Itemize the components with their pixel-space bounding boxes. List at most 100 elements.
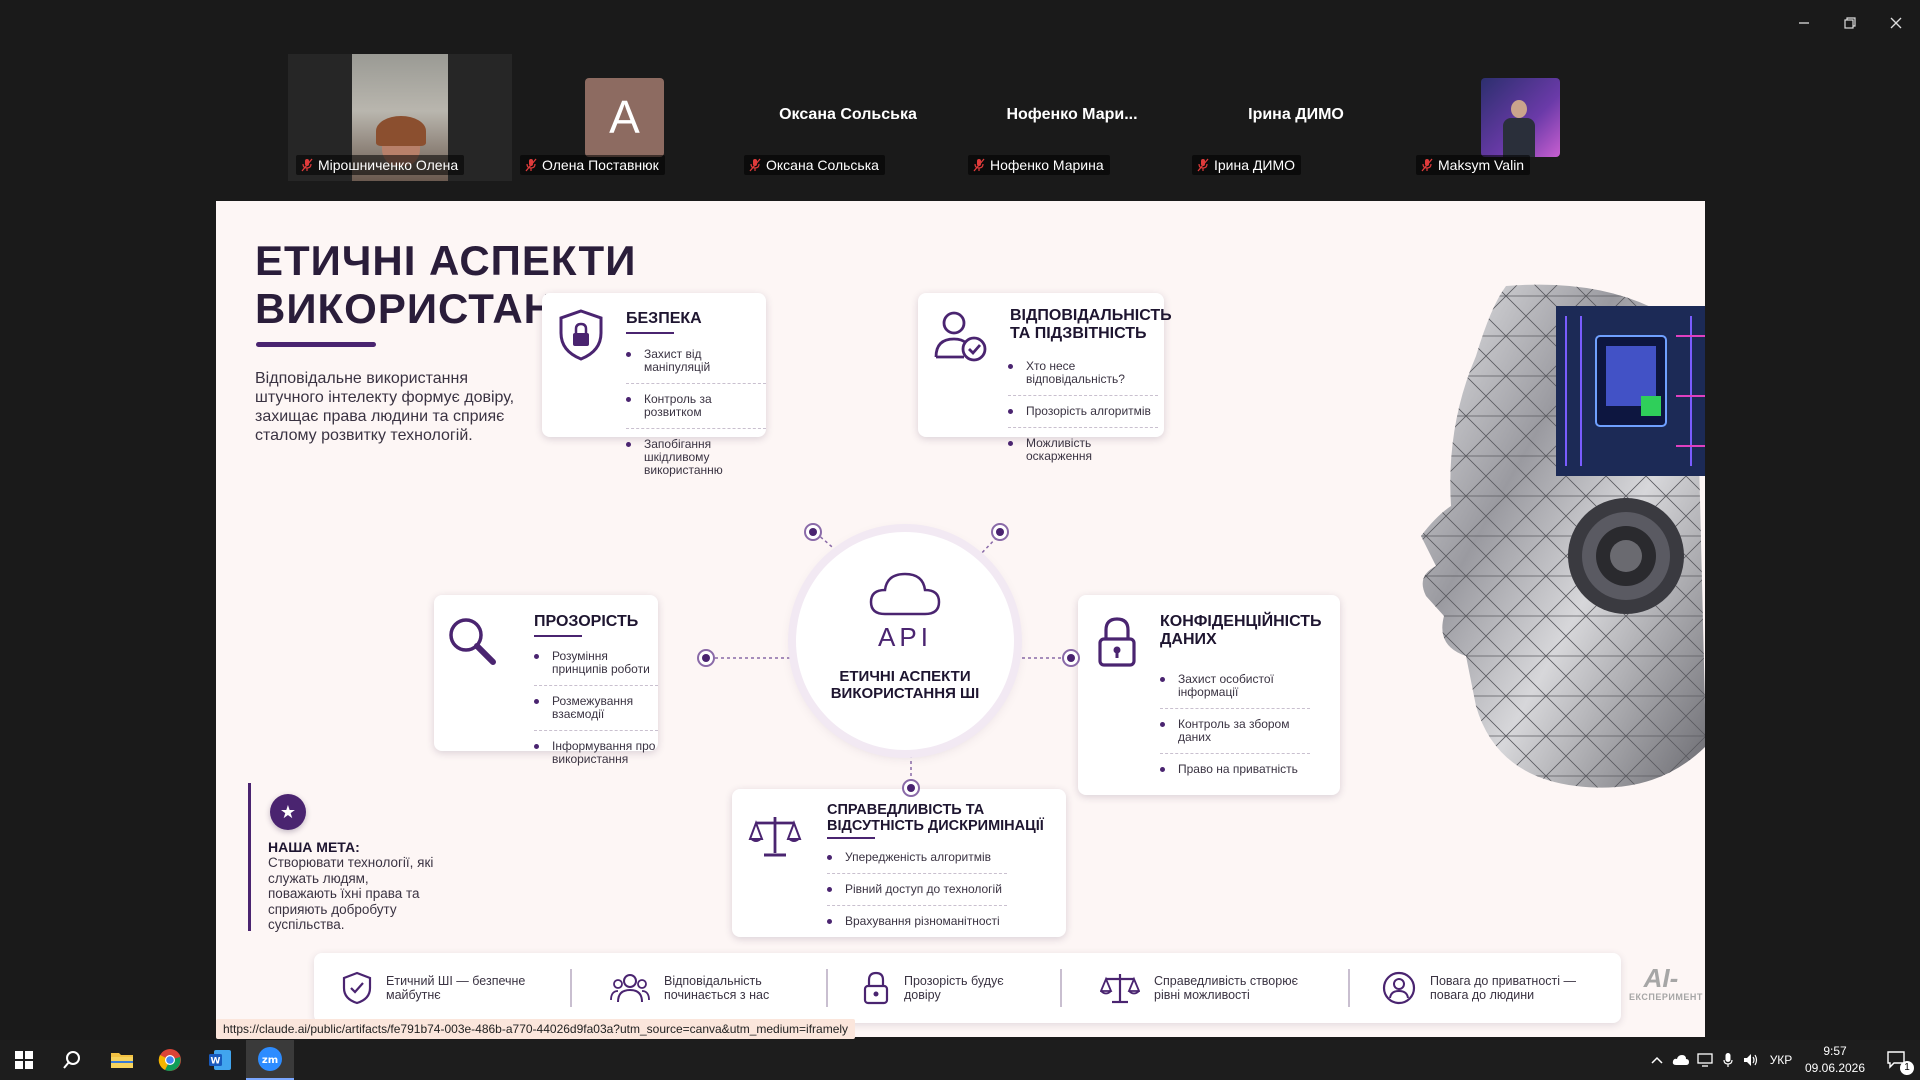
- card-list: Розуміння принципів роботи Розмежування …: [534, 650, 658, 783]
- word-icon: W: [209, 1050, 231, 1070]
- participant-video: [1481, 78, 1560, 157]
- lock-icon: [863, 971, 889, 1005]
- card-title: СПРАВЕДЛИВІСТЬ ТА ВІДСУТНІСТЬ ДИСКРИМІНА…: [827, 802, 1044, 834]
- card-list: Захист особистої інформації Контроль за …: [1160, 673, 1310, 793]
- card-responsibility: ВІДПОВІДАЛЬНІСТЬ ТА ПІДЗВІТНІСТЬ Хто нес…: [918, 293, 1172, 463]
- language-indicator[interactable]: УКР: [1766, 1040, 1796, 1080]
- zoom-meeting-window: Мірошниченко Олена A Олена Поставнюк Окс…: [0, 0, 1920, 1080]
- notifications-button[interactable]: 1: [1874, 1040, 1920, 1080]
- participant-name-label: Нофенко Марина: [968, 155, 1110, 175]
- connector-dot: [804, 523, 822, 541]
- zoom-button[interactable]: zm: [246, 1040, 294, 1080]
- minimize-icon: [1799, 22, 1809, 24]
- participant-display-name: Нофенко Мари...: [1006, 106, 1138, 123]
- footer-item-text: Етичний ШІ — безпечне майбутнє: [386, 974, 526, 1002]
- svg-text:W: W: [211, 1057, 221, 1067]
- participant-display-name: Ірина ДИМО: [1248, 106, 1344, 123]
- footer-values-bar: Етичний ШІ — безпечне майбутнє Відповіда…: [314, 953, 1621, 1023]
- scales-icon: [748, 817, 802, 857]
- card-list: Упередженість алгоритмів Рівний доступ д…: [827, 851, 1007, 945]
- footer-item-text: Відповідальність починається з нас: [664, 974, 770, 1002]
- card-title: БЕЗПЕКА: [626, 310, 702, 327]
- magnifier-icon: [449, 618, 496, 665]
- card-title-underline: [827, 837, 875, 839]
- list-item: Прозорість алгоритмів: [1008, 405, 1158, 428]
- list-item: Можливість оскарження: [1008, 437, 1158, 463]
- participant-tile[interactable]: Maksym Valin: [1408, 54, 1632, 181]
- participant-name-label: Мірошниченко Олена: [296, 155, 465, 175]
- center-title: ЕТИЧНІ АСПЕКТИ ВИКОРИСТАННЯ ШІ: [830, 668, 980, 702]
- microphone-button[interactable]: [1718, 1040, 1738, 1080]
- restore-icon: [1844, 17, 1856, 29]
- footer-divider: [826, 969, 828, 1007]
- start-button[interactable]: [0, 1040, 48, 1080]
- list-item: Рівний доступ до технологій: [827, 883, 1007, 906]
- list-item: Контроль за розвитком: [626, 393, 766, 429]
- search-icon: [63, 1051, 80, 1069]
- volume-button[interactable]: [1740, 1040, 1762, 1080]
- list-item: Захист від маніпуляцій: [626, 348, 766, 384]
- footer-item: Відповідальність починається з нас: [610, 963, 810, 1013]
- footer-divider: [570, 969, 572, 1007]
- list-item: Інформування про використання: [534, 740, 658, 766]
- chevron-up-icon: [1651, 1056, 1663, 1064]
- people-icon: [610, 974, 650, 1003]
- participant-tile[interactable]: Ірина ДИМО Ірина ДИМО: [1184, 54, 1408, 181]
- close-icon: [1890, 17, 1902, 29]
- show-hidden-icons-button[interactable]: [1648, 1040, 1666, 1080]
- footer-divider: [1060, 969, 1062, 1007]
- goal-text: Створювати технології, які служать людям…: [268, 855, 434, 932]
- card-security: БЕЗПЕКА Захист від маніпуляцій Контроль …: [542, 293, 766, 477]
- participant-name: Maksym Valin: [1438, 157, 1525, 173]
- connector-dot: [902, 779, 920, 797]
- minimize-button[interactable]: [1784, 8, 1824, 36]
- card-fairness: СПРАВЕДЛИВІСТЬ ТА ВІДСУТНІСТЬ ДИСКРИМІНА…: [732, 789, 1066, 937]
- file-explorer-button[interactable]: [98, 1040, 146, 1080]
- cloud-icon: [1672, 1055, 1689, 1065]
- connector-dot: [991, 523, 1009, 541]
- chrome-button[interactable]: [146, 1040, 194, 1080]
- footer-item-text: Повага до приватності — повага до людини: [1430, 974, 1577, 1002]
- list-item: Захист особистої інформації: [1160, 673, 1310, 709]
- connector-dot: [697, 649, 715, 667]
- clock-date: 09.06.2026: [1804, 1061, 1866, 1075]
- clock-time: 9:57: [1823, 1044, 1847, 1058]
- participant-tile[interactable]: Нофенко Мари... Нофенко Марина: [960, 54, 1184, 181]
- mic-off-icon: [749, 158, 761, 172]
- participant-tile[interactable]: Мірошниченко Олена: [288, 54, 512, 181]
- participant-tile[interactable]: Оксана Сольська Оксана Сольська: [736, 54, 960, 181]
- mic-off-icon: [301, 158, 313, 172]
- onedrive-button[interactable]: [1670, 1040, 1692, 1080]
- footer-item: Справедливість створює рівні можливості: [1100, 963, 1320, 1013]
- folder-icon: [111, 1053, 133, 1068]
- svg-text:zm: zm: [262, 1055, 278, 1066]
- participant-name-label: Олена Поставнюк: [520, 155, 665, 175]
- link-status-url: https://claude.ai/public/artifacts/fe791…: [216, 1019, 856, 1039]
- participant-tile[interactable]: A Олена Поставнюк: [512, 54, 736, 181]
- close-button[interactable]: [1876, 8, 1916, 36]
- card-privacy: КОНФІДЕНЦІЙНІСТЬ ДАНИХ Захист особистої …: [1078, 595, 1340, 795]
- participant-name: Оксана Сольська: [766, 157, 879, 173]
- footer-item: Повага до приватності — повага до людини: [1382, 963, 1612, 1013]
- list-item: Розмежування взаємодії: [534, 695, 658, 731]
- word-button[interactable]: W: [196, 1040, 244, 1080]
- restore-button[interactable]: [1830, 8, 1870, 36]
- microphone-icon: [1723, 1053, 1733, 1067]
- cloud-icon: [869, 572, 941, 616]
- zoom-icon: zm: [258, 1047, 282, 1071]
- network-button[interactable]: [1694, 1040, 1716, 1080]
- list-item: Врахування різноманітності: [827, 915, 1007, 928]
- participant-name-label: Ірина ДИМО: [1192, 155, 1301, 175]
- star-icon: ★: [270, 794, 306, 830]
- brand-logo-mark: AI-: [1643, 963, 1679, 993]
- list-item: Запобігання шкідливому використанню: [626, 438, 766, 477]
- connector-dot: [1062, 649, 1080, 667]
- taskbar: W zm УКР 9:57 09.06.2026 1: [0, 1040, 1920, 1080]
- participant-name: Ірина ДИМО: [1214, 157, 1295, 173]
- card-title-underline: [534, 635, 582, 637]
- card-title: КОНФІДЕНЦІЙНІСТЬ ДАНИХ: [1160, 613, 1322, 648]
- list-item: Контроль за збором даних: [1160, 718, 1310, 754]
- clock[interactable]: 9:57 09.06.2026: [1796, 1043, 1874, 1077]
- search-button[interactable]: [48, 1040, 96, 1080]
- user-check-icon: [934, 311, 987, 362]
